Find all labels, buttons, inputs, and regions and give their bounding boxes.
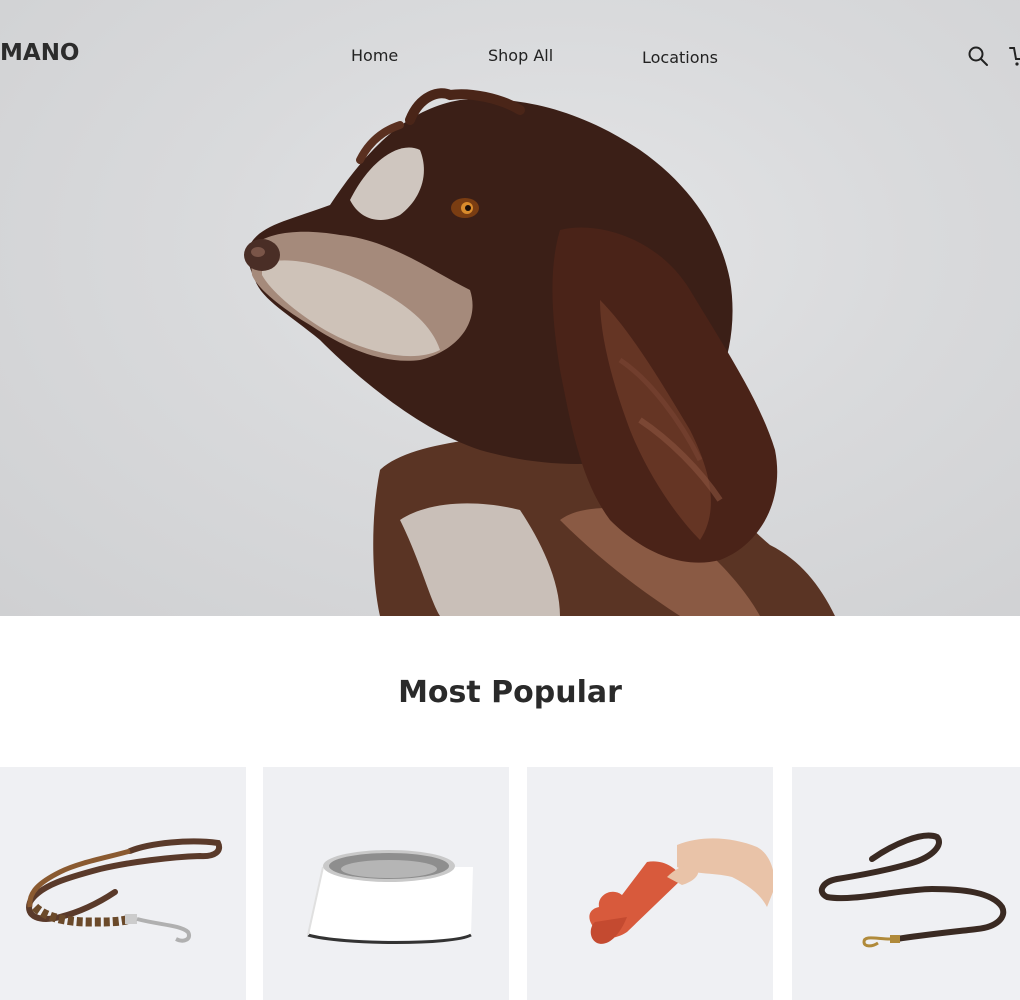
cart-button[interactable] — [1008, 44, 1020, 68]
nav-locations-link[interactable]: Locations — [642, 48, 718, 67]
section-title: Most Popular — [398, 675, 622, 710]
nav-home-link[interactable]: Home — [351, 46, 398, 65]
product-card[interactable] — [527, 767, 773, 1000]
search-button[interactable] — [966, 44, 990, 68]
product-card[interactable] — [263, 767, 509, 1000]
hero-banner: MANO Home Shop All Locations — [0, 0, 1020, 616]
rope-bone-toy-image — [589, 838, 773, 944]
hero-dog-image — [244, 88, 835, 616]
nav-shop-all-link[interactable]: Shop All — [488, 46, 553, 65]
dog-bowl-image — [307, 850, 473, 944]
leather-leash-image — [818, 832, 1007, 948]
search-icon — [968, 46, 988, 66]
product-card[interactable] — [0, 767, 246, 1000]
brand-logo[interactable]: MANO — [0, 40, 80, 66]
product-card[interactable] — [792, 767, 1020, 1000]
braided-leash-image — [26, 838, 222, 943]
cart-icon — [1009, 47, 1020, 66]
